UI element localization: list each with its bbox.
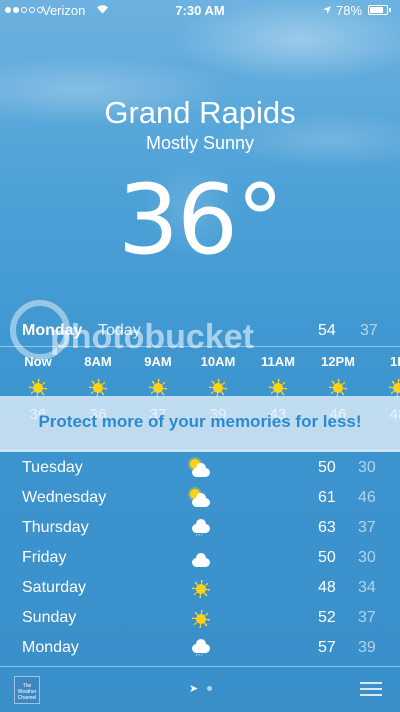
forecast-low: 37 [358,519,376,536]
forecast-day: Thursday [22,519,89,536]
forecast-row: Sunday 52 37 [0,605,400,635]
current-location-icon: ➤ [189,683,199,695]
cloud-icon [188,547,214,571]
sun-icon [328,378,348,398]
divider [0,450,400,451]
hour-label: 10AM [200,354,236,369]
battery-icon [368,5,391,15]
forecast-low: 30 [358,459,376,476]
sun-icon [28,378,48,398]
bottom-toolbar: The Weather Channel ➤ [0,670,400,712]
forecast-row: Monday ''' 57 39 [0,635,400,665]
forecast-row: Saturday 48 34 [0,575,400,605]
sun-icon [88,378,108,398]
forecast-low: 30 [358,549,376,566]
forecast-high: 50 [318,459,336,476]
forecast-row: Wednesday 61 46 [0,485,400,515]
location-arrow-icon [323,6,331,14]
hour-label: 1P [390,354,400,369]
forecast-high: 48 [318,579,336,596]
forecast-low: 34 [358,579,376,596]
sun-icon [268,378,288,398]
forecast-day: Wednesday [22,489,107,506]
forecast-day: Tuesday [22,459,83,476]
city-name: Grand Rapids [104,95,296,130]
forecast-low: 39 [358,639,376,656]
forecast-row: Tuesday 50 30 [0,455,400,485]
divider [0,666,400,667]
status-bar: Verizon 7:30 AM 78% [0,0,400,22]
partly-cloudy-icon [188,487,214,511]
forecast-high: 50 [318,549,336,566]
hour-label: 12PM [321,354,355,369]
forecast-row: Thursday ''' 63 37 [0,515,400,545]
rain-icon: ''' [188,517,214,541]
promo-banner[interactable]: Protect more of your memories for less! [0,396,400,452]
forecast-day: Sunday [22,609,77,626]
hour-label: 11AM [261,354,295,369]
hour-label: 9AM [144,354,172,369]
list-icon[interactable] [360,682,382,696]
forecast-high: 63 [318,519,336,536]
page-indicator-dot[interactable] [207,686,212,691]
sun-icon [188,607,214,631]
forecast-low: 46 [358,489,376,506]
sun-icon [148,378,168,398]
forecast-high: 52 [318,609,336,626]
sun-icon [388,378,400,398]
forecast-day: Monday [22,639,79,656]
forecast-low: 37 [358,609,376,626]
rain-icon: ''' [188,637,214,661]
today-low: 37 [360,322,378,339]
partly-cloudy-icon [188,457,214,481]
promo-banner-text: Protect more of your memories for less! [38,412,362,431]
forecast-high: 57 [318,639,336,656]
forecast-high: 61 [318,489,336,506]
divider [0,346,400,347]
sun-icon [188,577,214,601]
hour-label: Now [24,354,52,369]
forecast-day: Friday [22,549,67,566]
forecast-row: Friday 50 30 [0,545,400,575]
battery-percent: 78% [336,3,363,18]
weather-condition: Mostly Sunny [145,133,255,153]
weather-channel-logo[interactable]: The Weather Channel [14,676,40,704]
forecast-day: Saturday [22,579,87,596]
hour-label: 8AM [84,354,112,369]
today-high: 54 [318,322,336,339]
sun-icon [208,378,228,398]
current-temperature: 36° [117,164,284,276]
